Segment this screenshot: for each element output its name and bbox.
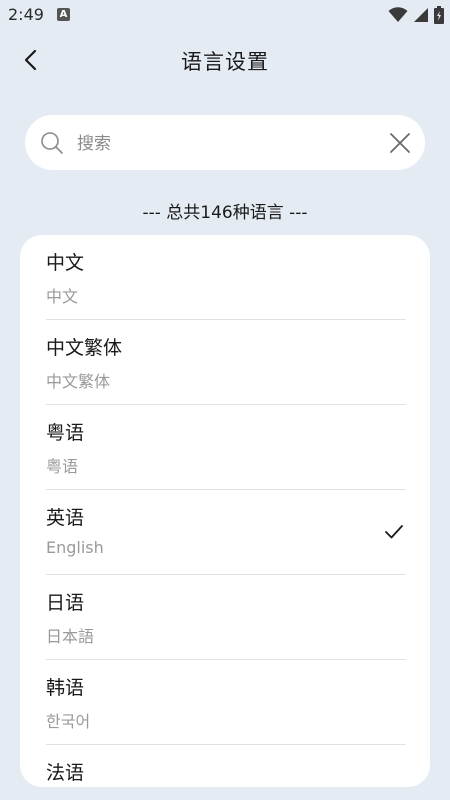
language-native-name: 日本語 [46,627,95,646]
app-header: 语言设置 [0,40,450,80]
checkmark-icon [385,525,403,539]
language-item-french[interactable]: 法语 [20,745,430,787]
language-item-english[interactable]: 英语 English [20,490,430,575]
language-name: 日语 [46,592,85,614]
clear-search-button[interactable] [387,130,413,156]
language-name: 粤语 [46,422,85,444]
language-native-name: 中文 [46,287,79,306]
language-list: 中文 中文 中文繁体 中文繁体 粤语 粤语 英语 English 日语 日本語 … [20,235,430,787]
wifi-icon [388,7,408,22]
status-time: 2:49 [8,5,44,24]
status-icons [388,6,444,24]
page-title: 语言设置 [181,50,269,74]
search-box [25,115,425,170]
language-name: 韩语 [46,677,85,699]
battery-icon [434,6,444,24]
status-bar: 2:49 A [0,0,450,30]
language-item-korean[interactable]: 韩语 한국어 [20,660,430,745]
signal-icon [414,8,428,22]
language-item-traditional-chinese[interactable]: 中文繁体 中文繁体 [20,320,430,405]
language-native-name: 한국어 [46,712,91,731]
language-item-cantonese[interactable]: 粤语 粤语 [20,405,430,490]
language-name: 法语 [46,762,85,784]
notification-a-icon: A [57,8,70,21]
language-name: 英语 [46,507,85,529]
search-icon [41,132,63,154]
language-count-label: --- 总共146种语言 --- [142,203,308,223]
close-icon [390,133,410,153]
search-input[interactable] [75,125,369,162]
language-item-japanese[interactable]: 日语 日本語 [20,575,430,660]
language-item-chinese[interactable]: 中文 中文 [20,235,430,320]
language-native-name: 粤语 [46,457,79,476]
language-native-name: 中文繁体 [46,372,111,391]
language-native-name: English [46,538,104,557]
language-name: 中文 [46,252,85,274]
language-name: 中文繁体 [46,337,123,359]
